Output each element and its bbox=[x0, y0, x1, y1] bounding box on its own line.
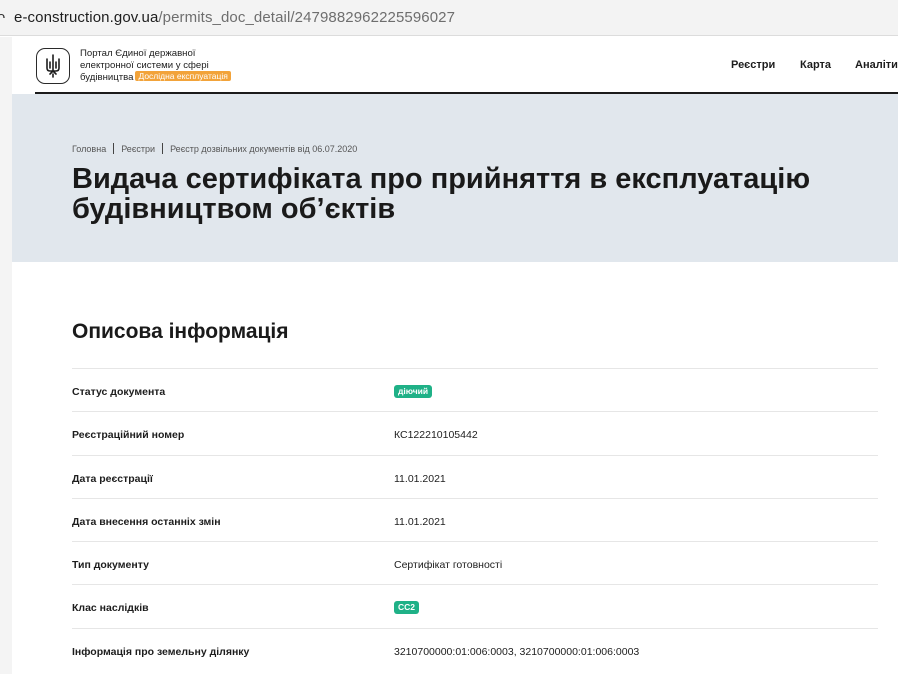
table-row: Дата внесення останніх змін 11.01.2021 bbox=[72, 497, 878, 541]
table-row: Статус документа діючий bbox=[72, 368, 878, 411]
info-table: Статус документа діючий Реєстраційний но… bbox=[72, 368, 878, 671]
row-label: Тип документу bbox=[72, 559, 149, 572]
url-text[interactable]: e-construction.gov.ua/permits_doc_detail… bbox=[14, 9, 455, 26]
breadcrumb-permits-registry[interactable]: Реєстр дозвільних документів від 06.07.2… bbox=[170, 144, 357, 154]
consequence-class-badge: СС2 bbox=[394, 601, 420, 615]
beta-badge: Дослідна експлуатація bbox=[135, 71, 231, 82]
table-row: Клас наслідків СС2 bbox=[72, 584, 878, 627]
nav-map[interactable]: Карта bbox=[800, 59, 831, 71]
table-row: Дата реєстрації 11.01.2021 bbox=[72, 454, 878, 498]
table-row: Інформація про земельну ділянку 32107000… bbox=[72, 627, 878, 671]
page-gutter bbox=[0, 37, 12, 674]
portal-name[interactable]: Портал Єдиної державної електронної сист… bbox=[80, 48, 280, 84]
table-row: Реєстраційний номер КС122210105442 bbox=[72, 411, 878, 454]
trident-emblem-icon[interactable] bbox=[36, 48, 70, 84]
lock-icon: ᴖ bbox=[0, 9, 6, 26]
breadcrumb-home[interactable]: Головна bbox=[72, 144, 106, 154]
breadcrumb-separator bbox=[113, 143, 115, 154]
row-value: КС122210105442 bbox=[394, 429, 478, 442]
breadcrumb-separator bbox=[162, 143, 164, 154]
row-label: Дата внесення останніх змін bbox=[72, 515, 221, 528]
table-row: Тип документу Сертифікат готовності bbox=[72, 541, 878, 584]
row-value: 3210700000:01:006:0003, 3210700000:01:00… bbox=[394, 645, 640, 658]
row-label: Інформація про земельну ділянку bbox=[72, 645, 250, 658]
row-label: Реєстраційний номер bbox=[72, 429, 185, 442]
row-label: Статус документа bbox=[72, 386, 166, 398]
row-value: 11.01.2021 bbox=[394, 515, 446, 528]
row-value: 11.01.2021 bbox=[394, 472, 446, 485]
browser-url-bar[interactable]: ᴖ e-construction.gov.ua/permits_doc_deta… bbox=[0, 0, 898, 36]
page-title: Видача сертифіката про прийняття в експл… bbox=[72, 163, 811, 225]
row-value: Сертифікат готовності bbox=[394, 559, 503, 572]
nav-registries[interactable]: Реєстри bbox=[731, 59, 775, 71]
row-label: Клас наслідків bbox=[72, 602, 149, 615]
status-badge: діючий bbox=[394, 385, 433, 398]
nav-analytics[interactable]: Аналіти bbox=[855, 59, 898, 71]
breadcrumb-registries[interactable]: Реєстри bbox=[121, 144, 155, 154]
section-title: Описова інформація bbox=[72, 320, 289, 343]
breadcrumb: Головна Реєстри Реєстр дозвільних документ… bbox=[72, 143, 357, 154]
row-label: Дата реєстрації bbox=[72, 472, 153, 485]
